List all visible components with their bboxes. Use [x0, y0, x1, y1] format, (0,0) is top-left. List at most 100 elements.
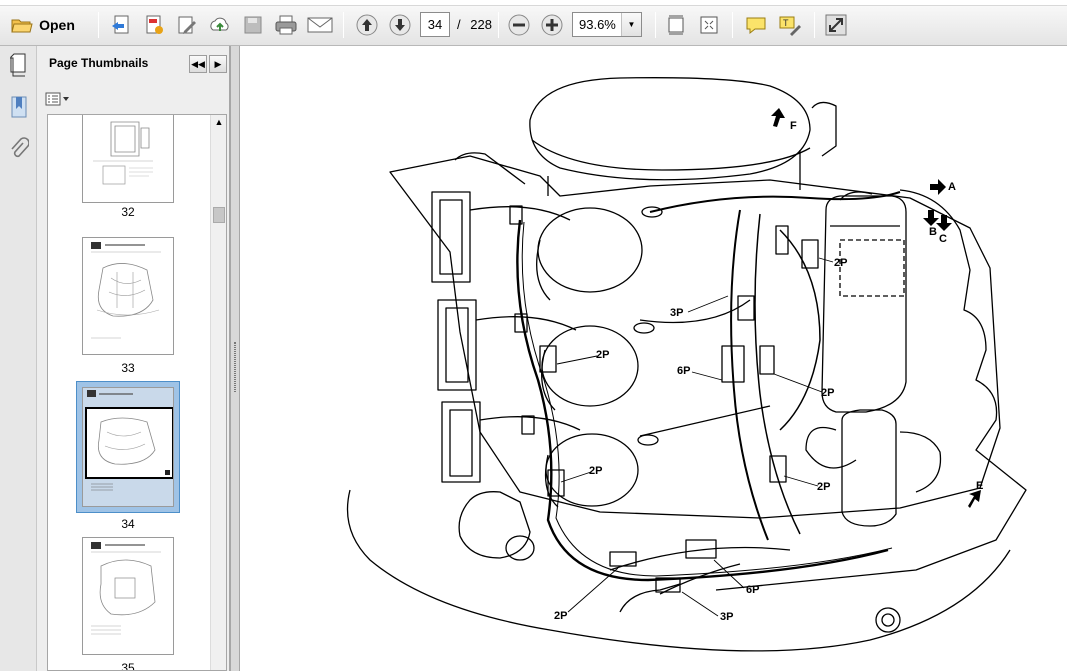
connector-label: 2P	[589, 465, 602, 477]
starter-motor	[458, 491, 531, 559]
expand-button[interactable]	[823, 12, 849, 38]
previous-page-button[interactable]	[354, 12, 380, 38]
print-icon	[275, 15, 297, 35]
arrow-e	[968, 490, 981, 508]
scroll-up-icon[interactable]: ▲	[213, 117, 225, 129]
zoom-out-button[interactable]	[506, 12, 532, 38]
fit-page-button[interactable]	[696, 12, 722, 38]
splitter-grip[interactable]	[234, 342, 236, 392]
expand-panel-button[interactable]: ▶	[209, 55, 227, 73]
paperclip-icon	[11, 137, 29, 158]
callout-b: B	[929, 226, 937, 238]
upload-button[interactable]	[207, 12, 233, 38]
connector-label: 2P	[596, 349, 609, 361]
panel-splitter[interactable]	[230, 46, 240, 671]
callout-f: F	[790, 120, 797, 132]
thumbnail-label: 33	[121, 361, 135, 375]
pages-icon	[10, 53, 26, 77]
engine-thumbnail-drawing	[91, 242, 161, 339]
connector-label: 6P	[677, 365, 690, 377]
page-thumbnails-tab[interactable]	[8, 53, 30, 77]
thumbnail-list[interactable]: 32 33 34 35 ▲	[47, 114, 227, 671]
chevron-down-icon[interactable]: ▼	[621, 13, 641, 36]
open-label: Open	[39, 17, 75, 33]
carburetor-upper	[431, 191, 471, 283]
page-number-input[interactable]: 34	[420, 12, 450, 37]
zoom-out-icon	[508, 14, 530, 36]
page-thumbnails-panel: Page Thumbnails ◀◀ ▶ 32 33 34 35 ▲	[37, 46, 230, 671]
email-icon	[307, 17, 333, 33]
export-button[interactable]	[141, 12, 167, 38]
attachments-tab[interactable]	[8, 137, 30, 160]
connector-label: 2P	[834, 257, 847, 269]
svg-text:T: T	[783, 18, 789, 28]
highlight-icon: T	[779, 16, 801, 36]
connector-label: 2P	[554, 610, 567, 622]
electrical-box	[821, 195, 907, 413]
comment-button[interactable]	[742, 12, 770, 38]
fit-width-icon	[668, 15, 684, 35]
zoom-in-button[interactable]	[539, 12, 565, 38]
arrow-a	[930, 179, 946, 195]
bookmarks-tab[interactable]	[8, 96, 30, 118]
export-icon	[146, 15, 163, 34]
thumbnail-image	[82, 537, 174, 655]
toolbar-separator	[814, 12, 815, 38]
comment-icon	[746, 17, 766, 35]
chevron-right-icon: ▶	[214, 58, 222, 69]
create-pdf-icon	[112, 15, 129, 34]
callout-e: E	[976, 480, 983, 492]
print-button[interactable]	[273, 12, 299, 38]
thumbnail-label: 35	[121, 661, 135, 671]
highlight-button[interactable]: T	[776, 12, 804, 38]
engine-thumbnail-drawing	[91, 542, 161, 635]
thumbnail-image	[82, 387, 174, 507]
connector-label: 2P	[821, 387, 834, 399]
save-icon	[244, 16, 262, 34]
toolbar-separator	[732, 12, 733, 38]
previous-page-icon	[356, 14, 378, 36]
toolbar-separator	[498, 12, 499, 38]
save-button[interactable]	[240, 12, 266, 38]
carburetor-lower	[441, 401, 481, 483]
thumbnail-image	[82, 237, 174, 355]
connector-label: 3P	[720, 611, 733, 623]
next-page-button[interactable]	[387, 12, 413, 38]
create-pdf-button[interactable]	[108, 12, 134, 38]
callout-c: C	[939, 233, 947, 245]
scrollbar-thumb[interactable]	[213, 207, 225, 223]
arrow-f	[771, 108, 785, 127]
thumbnail-label: 32	[121, 205, 135, 219]
thumbnail-options-button[interactable]	[45, 90, 73, 108]
toolbar-separator	[98, 12, 99, 38]
zoom-select[interactable]: 93.6% ▼	[572, 12, 642, 37]
toolbar-separator	[655, 12, 656, 38]
panel-title: Page Thumbnails	[49, 56, 149, 70]
expand-icon	[825, 14, 847, 36]
zoom-in-icon	[541, 14, 563, 36]
fit-page-icon	[700, 16, 718, 34]
thumbnail-scrollbar[interactable]: ▲	[210, 115, 226, 670]
bookmark-icon	[11, 96, 27, 118]
thumbnail-image	[82, 115, 174, 203]
arrow-b	[923, 210, 939, 226]
upload-icon	[210, 17, 229, 31]
options-menu-icon	[45, 92, 69, 106]
page-separator: /	[457, 17, 461, 32]
menu-strip	[0, 0, 1067, 6]
double-chevron-left-icon: ◀◀	[191, 58, 205, 69]
document-view[interactable]: A B C E F 2P 3P 2P 6P 2P 2P 2P 2P 6P 3P	[241, 46, 1067, 671]
outboard-wiring-diagram: A B C E F 2P 3P 2P 6P 2P 2P 2P 2P 6P 3P	[346, 77, 1027, 652]
fit-width-button[interactable]	[663, 12, 689, 38]
engine-block	[389, 155, 1001, 519]
engine-thumbnail-drawing	[85, 390, 174, 491]
collapse-panel-button[interactable]: ◀◀	[189, 55, 207, 73]
flywheel-cover	[529, 77, 811, 181]
edit-icon	[178, 16, 196, 34]
edit-button[interactable]	[174, 12, 200, 38]
email-button[interactable]	[306, 12, 334, 38]
toolbar-separator	[343, 12, 344, 38]
callout-a: A	[948, 181, 956, 193]
open-button[interactable]: Open	[6, 12, 80, 38]
open-folder-icon	[11, 19, 33, 33]
